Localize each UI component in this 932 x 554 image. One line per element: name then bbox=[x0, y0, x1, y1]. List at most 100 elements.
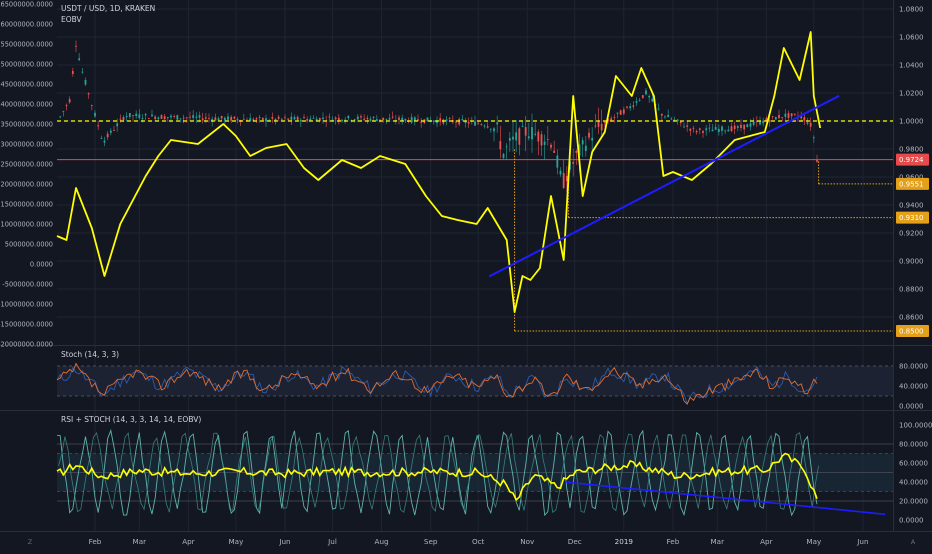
candle-body bbox=[781, 116, 784, 118]
candle-body bbox=[170, 115, 172, 118]
candle-body bbox=[518, 128, 521, 145]
symbol-label[interactable]: USDT / USD, 1D, KRAKEN bbox=[61, 4, 155, 13]
time-axis-label: Mar bbox=[133, 537, 147, 546]
candle-body bbox=[641, 95, 644, 98]
rsi-stoch-label[interactable]: RSI + STOCH (14, 3, 3, 14, 14, EOBV) bbox=[61, 415, 201, 424]
candle-body bbox=[546, 138, 549, 140]
candle-body bbox=[299, 119, 302, 122]
candle-body bbox=[388, 118, 391, 120]
candle-body bbox=[626, 106, 628, 108]
candle-body bbox=[743, 124, 746, 130]
candle-body bbox=[223, 117, 226, 121]
candle-body bbox=[312, 117, 315, 119]
candle-body bbox=[499, 141, 502, 150]
candle-body bbox=[372, 117, 375, 118]
candle-body bbox=[455, 121, 457, 123]
left-axis-tick: 20000000.0000 bbox=[1, 181, 53, 189]
candle-body bbox=[676, 119, 679, 122]
candle-body bbox=[176, 115, 179, 120]
candle-body bbox=[128, 113, 131, 117]
candle-body bbox=[664, 116, 666, 118]
candle-body bbox=[360, 116, 362, 118]
candle-body bbox=[59, 116, 62, 118]
candle-body bbox=[391, 116, 394, 118]
candle-body bbox=[588, 132, 590, 138]
candle-body bbox=[705, 128, 708, 131]
left-axis-tick: -10000000.0000 bbox=[0, 301, 53, 309]
right-axis-tick: 0.9400 bbox=[899, 202, 924, 210]
chart-canvas[interactable]: 65000000.0000 60000000.0000 55000000.0000 5… bbox=[0, 0, 932, 550]
rsi-axis-tick: 20.0000 bbox=[899, 498, 928, 506]
candle-body bbox=[100, 138, 103, 139]
stoch-label[interactable]: Stoch (14, 3, 3) bbox=[61, 350, 119, 359]
candle-body bbox=[733, 125, 736, 130]
right-axis-tick: 0.8600 bbox=[899, 314, 924, 322]
candle-body bbox=[543, 141, 546, 145]
time-axis-label: Feb bbox=[667, 537, 680, 546]
candle-body bbox=[410, 117, 413, 123]
left-axis-tick: 30000000.0000 bbox=[1, 141, 53, 149]
candle-body bbox=[375, 119, 378, 122]
time-axis-label: 2019 bbox=[615, 537, 634, 546]
candle-body bbox=[717, 128, 720, 133]
price-tag-label: 0.9551 bbox=[899, 180, 924, 188]
candle-body bbox=[135, 113, 138, 117]
candle-body bbox=[432, 120, 435, 122]
candle-body bbox=[160, 115, 163, 119]
candle-body bbox=[591, 137, 594, 141]
candle-body bbox=[233, 116, 236, 119]
candle-body bbox=[521, 126, 524, 127]
candle-body bbox=[746, 124, 749, 128]
candle-body bbox=[192, 115, 195, 118]
right-axis-tick: 0.9000 bbox=[899, 258, 924, 266]
candle-body bbox=[575, 151, 578, 153]
candle-body bbox=[695, 130, 698, 133]
candle-body bbox=[534, 133, 537, 135]
candle-body bbox=[185, 117, 188, 119]
candle-body bbox=[714, 127, 717, 130]
candle-body bbox=[166, 117, 169, 118]
candle-body bbox=[790, 113, 793, 117]
time-axis-label: May bbox=[806, 537, 822, 546]
candle-body bbox=[119, 118, 122, 120]
candle-body bbox=[290, 116, 293, 120]
price-tag-label: 0.8500 bbox=[899, 328, 924, 336]
candle-body bbox=[144, 114, 147, 116]
candle-body bbox=[774, 117, 777, 120]
candle-body bbox=[217, 118, 220, 121]
left-axis-tick: 55000000.0000 bbox=[1, 41, 53, 49]
candle-body bbox=[512, 136, 514, 140]
candle-body bbox=[474, 121, 476, 126]
time-axis-label: Aug bbox=[375, 537, 389, 546]
candle-body bbox=[280, 118, 283, 120]
candle-body bbox=[154, 116, 157, 120]
left-axis-tick: -20000000.0000 bbox=[0, 341, 53, 349]
stoch-axis-tick: 80.0000 bbox=[899, 363, 928, 371]
candle-body bbox=[103, 140, 106, 143]
candle-body bbox=[572, 162, 575, 164]
candle-body bbox=[689, 128, 692, 131]
candle-body bbox=[287, 118, 290, 120]
candle-body bbox=[619, 110, 622, 115]
candle-body bbox=[740, 124, 742, 128]
candle-body bbox=[113, 130, 115, 131]
candle-body bbox=[784, 113, 787, 117]
eobv-label[interactable]: EOBV bbox=[61, 15, 82, 24]
left-axis-tick: -15000000.0000 bbox=[0, 321, 53, 329]
corner-right-label: A bbox=[911, 538, 916, 546]
candle-body bbox=[261, 117, 264, 121]
left-axis-tick: 60000000.0000 bbox=[1, 21, 53, 29]
candle-body bbox=[648, 95, 651, 98]
candle-body bbox=[660, 113, 663, 116]
rsi-axis-tick: 80.0000 bbox=[899, 441, 928, 449]
candle-body bbox=[515, 132, 518, 141]
candle-body bbox=[309, 118, 312, 121]
candle-body bbox=[220, 115, 223, 119]
candle-body bbox=[271, 117, 274, 119]
time-axis-label: Apr bbox=[760, 537, 772, 546]
left-axis-tick: 65000000.0000 bbox=[1, 1, 53, 9]
candle-body bbox=[81, 71, 84, 73]
candle-body bbox=[667, 114, 670, 118]
candle-body bbox=[369, 118, 372, 121]
left-axis-tick: 15000000.0000 bbox=[1, 201, 53, 209]
